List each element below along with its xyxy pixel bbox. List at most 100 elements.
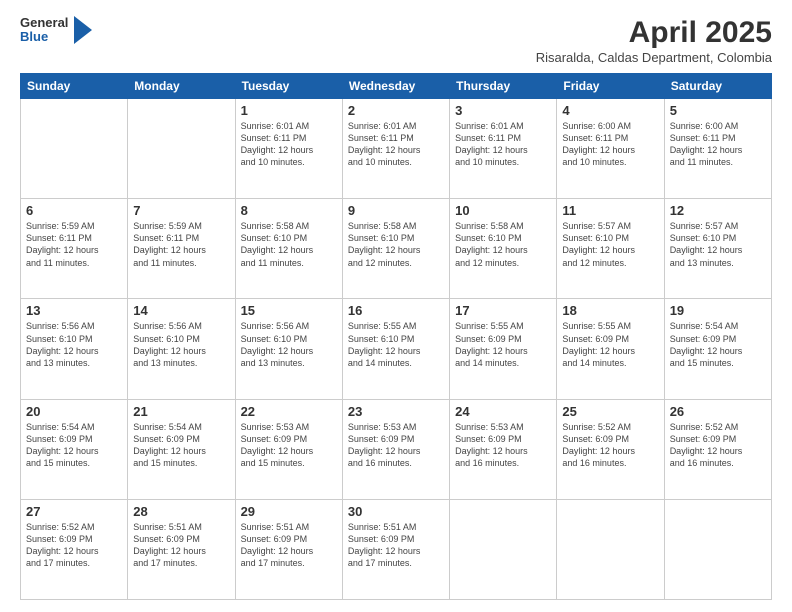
day-info: Sunrise: 5:54 AM Sunset: 6:09 PM Dayligh… — [670, 320, 766, 369]
page: General Blue April 2025 Risaralda, Calda… — [0, 0, 792, 612]
day-number: 22 — [241, 404, 337, 419]
day-cell: 15 Sunrise: 5:56 AM Sunset: 6:10 PM Dayli… — [235, 299, 342, 399]
day-info: Sunrise: 6:01 AM Sunset: 6:11 PM Dayligh… — [241, 120, 337, 169]
day-cell: 29 Sunrise: 5:51 AM Sunset: 6:09 PM Dayli… — [235, 499, 342, 599]
day-info: Sunrise: 5:51 AM Sunset: 6:09 PM Dayligh… — [133, 521, 229, 570]
day-cell: 14 Sunrise: 5:56 AM Sunset: 6:10 PM Dayli… — [128, 299, 235, 399]
week-row: 6Sunrise: 5:59 AM Sunset: 6:11 PM Daylig… — [21, 199, 772, 299]
title-block: April 2025 Risaralda, Caldas Department,… — [536, 16, 772, 65]
location: Risaralda, Caldas Department, Colombia — [536, 50, 772, 65]
logo-general: General — [20, 16, 68, 30]
day-cell: 23 Sunrise: 5:53 AM Sunset: 6:09 PM Dayli… — [342, 399, 449, 499]
day-cell: 25Sunrise: 5:52 AM Sunset: 6:09 PM Dayli… — [557, 399, 664, 499]
day-cell: 2 Sunrise: 6:01 AM Sunset: 6:11 PM Daylig… — [342, 99, 449, 199]
day-cell: 5Sunrise: 6:00 AM Sunset: 6:11 PM Daylig… — [664, 99, 771, 199]
day-cell: 19 Sunrise: 5:54 AM Sunset: 6:09 PM Dayli… — [664, 299, 771, 399]
day-cell: 4 Sunrise: 6:00 AM Sunset: 6:11 PM Daylig… — [557, 99, 664, 199]
day-number: 24 — [455, 404, 551, 419]
day-info: Sunrise: 5:52 AM Sunset: 6:09 PM Dayligh… — [670, 421, 766, 470]
day-cell: 8 Sunrise: 5:58 AM Sunset: 6:10 PM Daylig… — [235, 199, 342, 299]
day-cell: 12Sunrise: 5:57 AM Sunset: 6:10 PM Dayli… — [664, 199, 771, 299]
day-info: Sunrise: 6:00 AM Sunset: 6:11 PM Dayligh… — [670, 120, 766, 169]
day-info: Sunrise: 6:00 AM Sunset: 6:11 PM Dayligh… — [562, 120, 658, 169]
day-info: Sunrise: 5:55 AM Sunset: 6:09 PM Dayligh… — [455, 320, 551, 369]
col-header-monday: Monday — [128, 74, 235, 99]
day-cell — [664, 499, 771, 599]
week-row: 27Sunrise: 5:52 AM Sunset: 6:09 PM Dayli… — [21, 499, 772, 599]
day-cell — [450, 499, 557, 599]
day-cell: 7 Sunrise: 5:59 AM Sunset: 6:11 PM Daylig… — [128, 199, 235, 299]
day-number: 2 — [348, 103, 444, 118]
day-cell — [557, 499, 664, 599]
day-cell: 20 Sunrise: 5:54 AM Sunset: 6:09 PM Dayli… — [21, 399, 128, 499]
logo-blue: Blue — [20, 30, 68, 44]
day-cell: 13Sunrise: 5:56 AM Sunset: 6:10 PM Dayli… — [21, 299, 128, 399]
month-title: April 2025 — [536, 16, 772, 50]
day-number: 11 — [562, 203, 658, 218]
col-header-saturday: Saturday — [664, 74, 771, 99]
day-cell: 9Sunrise: 5:58 AM Sunset: 6:10 PM Daylig… — [342, 199, 449, 299]
day-number: 28 — [133, 504, 229, 519]
day-info: Sunrise: 5:53 AM Sunset: 6:09 PM Dayligh… — [348, 421, 444, 470]
day-info: Sunrise: 5:51 AM Sunset: 6:09 PM Dayligh… — [348, 521, 444, 570]
col-header-wednesday: Wednesday — [342, 74, 449, 99]
day-number: 4 — [562, 103, 658, 118]
day-cell: 17 Sunrise: 5:55 AM Sunset: 6:09 PM Dayli… — [450, 299, 557, 399]
day-cell: 27Sunrise: 5:52 AM Sunset: 6:09 PM Dayli… — [21, 499, 128, 599]
day-cell: 18Sunrise: 5:55 AM Sunset: 6:09 PM Dayli… — [557, 299, 664, 399]
day-info: Sunrise: 5:59 AM Sunset: 6:11 PM Dayligh… — [133, 220, 229, 269]
day-number: 10 — [455, 203, 551, 218]
day-cell: 28 Sunrise: 5:51 AM Sunset: 6:09 PM Dayli… — [128, 499, 235, 599]
day-info: Sunrise: 5:56 AM Sunset: 6:10 PM Dayligh… — [26, 320, 122, 369]
day-number: 19 — [670, 303, 766, 318]
day-number: 23 — [348, 404, 444, 419]
day-number: 15 — [241, 303, 337, 318]
day-number: 7 — [133, 203, 229, 218]
day-info: Sunrise: 5:56 AM Sunset: 6:10 PM Dayligh… — [133, 320, 229, 369]
week-row: 20 Sunrise: 5:54 AM Sunset: 6:09 PM Dayli… — [21, 399, 772, 499]
day-number: 14 — [133, 303, 229, 318]
day-number: 18 — [562, 303, 658, 318]
day-info: Sunrise: 6:01 AM Sunset: 6:11 PM Dayligh… — [455, 120, 551, 169]
week-row: 13Sunrise: 5:56 AM Sunset: 6:10 PM Dayli… — [21, 299, 772, 399]
day-info: Sunrise: 6:01 AM Sunset: 6:11 PM Dayligh… — [348, 120, 444, 169]
col-header-thursday: Thursday — [450, 74, 557, 99]
day-info: Sunrise: 5:58 AM Sunset: 6:10 PM Dayligh… — [348, 220, 444, 269]
day-cell: 30Sunrise: 5:51 AM Sunset: 6:09 PM Dayli… — [342, 499, 449, 599]
day-info: Sunrise: 5:56 AM Sunset: 6:10 PM Dayligh… — [241, 320, 337, 369]
day-number: 12 — [670, 203, 766, 218]
week-row: 1 Sunrise: 6:01 AM Sunset: 6:11 PM Daylig… — [21, 99, 772, 199]
day-number: 17 — [455, 303, 551, 318]
logo: General Blue — [20, 16, 92, 45]
day-cell: 1 Sunrise: 6:01 AM Sunset: 6:11 PM Daylig… — [235, 99, 342, 199]
col-header-tuesday: Tuesday — [235, 74, 342, 99]
day-info: Sunrise: 5:54 AM Sunset: 6:09 PM Dayligh… — [26, 421, 122, 470]
col-header-friday: Friday — [557, 74, 664, 99]
day-info: Sunrise: 5:51 AM Sunset: 6:09 PM Dayligh… — [241, 521, 337, 570]
day-cell: 21Sunrise: 5:54 AM Sunset: 6:09 PM Dayli… — [128, 399, 235, 499]
day-number: 29 — [241, 504, 337, 519]
day-number: 20 — [26, 404, 122, 419]
day-cell — [21, 99, 128, 199]
day-number: 8 — [241, 203, 337, 218]
col-header-sunday: Sunday — [21, 74, 128, 99]
day-info: Sunrise: 5:57 AM Sunset: 6:10 PM Dayligh… — [562, 220, 658, 269]
day-info: Sunrise: 5:55 AM Sunset: 6:10 PM Dayligh… — [348, 320, 444, 369]
calendar-table: SundayMondayTuesdayWednesdayThursdayFrid… — [20, 73, 772, 600]
header: General Blue April 2025 Risaralda, Calda… — [20, 16, 772, 65]
day-cell — [128, 99, 235, 199]
day-info: Sunrise: 5:52 AM Sunset: 6:09 PM Dayligh… — [26, 521, 122, 570]
day-number: 1 — [241, 103, 337, 118]
day-info: Sunrise: 5:58 AM Sunset: 6:10 PM Dayligh… — [455, 220, 551, 269]
day-cell: 6Sunrise: 5:59 AM Sunset: 6:11 PM Daylig… — [21, 199, 128, 299]
day-info: Sunrise: 5:53 AM Sunset: 6:09 PM Dayligh… — [455, 421, 551, 470]
day-number: 16 — [348, 303, 444, 318]
day-cell: 26 Sunrise: 5:52 AM Sunset: 6:09 PM Dayli… — [664, 399, 771, 499]
logo-arrow-icon — [74, 16, 92, 44]
day-cell: 24 Sunrise: 5:53 AM Sunset: 6:09 PM Dayli… — [450, 399, 557, 499]
day-number: 26 — [670, 404, 766, 419]
day-info: Sunrise: 5:58 AM Sunset: 6:10 PM Dayligh… — [241, 220, 337, 269]
day-number: 3 — [455, 103, 551, 118]
day-cell: 10 Sunrise: 5:58 AM Sunset: 6:10 PM Dayli… — [450, 199, 557, 299]
day-cell: 3 Sunrise: 6:01 AM Sunset: 6:11 PM Daylig… — [450, 99, 557, 199]
